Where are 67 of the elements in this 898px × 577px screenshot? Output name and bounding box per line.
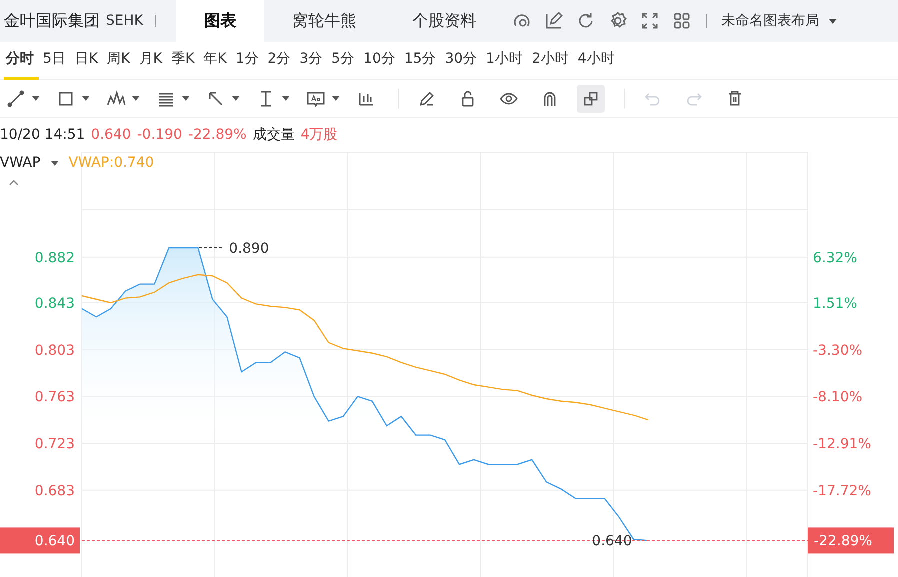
caret-icon — [829, 18, 838, 24]
caret-icon — [50, 160, 59, 166]
axis-label: 0.763 — [34, 390, 75, 406]
caret-icon — [132, 96, 140, 101]
period-tab[interactable]: 30分 — [443, 42, 482, 80]
axis-label: 0.803 — [34, 342, 75, 359]
stock-name: 金叶国际集团 — [3, 10, 100, 32]
change-badge: -22.89% — [808, 528, 894, 554]
period-tab[interactable]: 1分 — [234, 42, 264, 80]
axis-label: 0.843 — [34, 296, 75, 312]
axis-label: -3.30% — [813, 342, 863, 359]
axis-label: 0.723 — [34, 436, 75, 453]
period-tab[interactable]: 10分 — [362, 42, 400, 80]
exchange-label: SEHK — [106, 15, 156, 27]
axis-label: -8.10% — [813, 390, 863, 406]
caret-icon — [182, 96, 190, 101]
axis-label: 6.32% — [813, 250, 858, 266]
last-price-label: 0.640 — [592, 534, 632, 550]
indicator-value: VWAP:0.740 — [68, 155, 154, 171]
period-tab[interactable]: 2分 — [266, 42, 296, 80]
axis-label: -17.72% — [813, 483, 872, 500]
period-tab[interactable]: 1小时 — [484, 42, 528, 80]
line-tool-icon — [6, 88, 26, 108]
period-tab[interactable]: 周K — [105, 42, 136, 80]
quote-time: 10/20 14:51 — [0, 127, 86, 143]
fullscreen-icon[interactable] — [640, 11, 660, 31]
tab[interactable]: 图表 — [176, 0, 264, 42]
indicator-dropdown[interactable]: VWAP — [0, 155, 59, 171]
period-tab[interactable]: 3分 — [298, 42, 328, 80]
price-badge: 0.640 — [0, 528, 80, 554]
quote-change-percent: -22.89% — [188, 127, 247, 143]
tab[interactable]: 窝轮牛熊 — [264, 0, 384, 42]
quote-price: 0.640 — [91, 127, 132, 143]
axis-label: 0.683 — [34, 483, 75, 500]
period-tab[interactable]: 2小时 — [530, 42, 574, 80]
axis-label: 0.882 — [34, 250, 75, 266]
tab[interactable]: 个股资料 — [384, 0, 504, 42]
period-tab[interactable]: 5日 — [41, 42, 71, 80]
period-tab[interactable]: 年K — [202, 42, 232, 80]
period-tab[interactable]: 月K — [137, 42, 168, 80]
layers-button[interactable] — [577, 84, 605, 112]
period-tab[interactable]: 季K — [169, 42, 200, 80]
caret-icon — [282, 96, 290, 101]
period-tab[interactable]: 4小时 — [576, 42, 620, 80]
period-tab[interactable]: 日K — [72, 42, 104, 80]
quote-change: -0.190 — [137, 127, 182, 143]
layout-dropdown[interactable]: 未命名图表布局 — [721, 12, 838, 30]
volume-label: 成交量 — [252, 126, 295, 144]
caret-icon — [82, 96, 90, 101]
caret-icon — [32, 96, 40, 101]
period-tab[interactable]: 5分 — [330, 42, 360, 80]
trash-icon — [726, 90, 744, 108]
caret-icon — [332, 96, 340, 101]
period-tab[interactable]: 分时 — [4, 42, 39, 80]
high-price-label: 0.890 — [229, 241, 270, 257]
edit-icon[interactable] — [544, 11, 564, 31]
axis-label: -12.91% — [813, 436, 872, 453]
period-tab[interactable]: 15分 — [402, 42, 442, 80]
settings-icon[interactable] — [608, 11, 628, 31]
layers-icon — [582, 90, 600, 108]
collapse-chevron-icon[interactable] — [8, 179, 20, 187]
caret-icon — [232, 96, 240, 101]
y-tick-label: 0.640 — [34, 534, 75, 550]
axis-label: 1.51% — [813, 296, 858, 312]
pencil-icon — [418, 90, 436, 108]
grid-icon[interactable] — [672, 11, 692, 31]
volume-value: 4万股 — [300, 126, 338, 144]
